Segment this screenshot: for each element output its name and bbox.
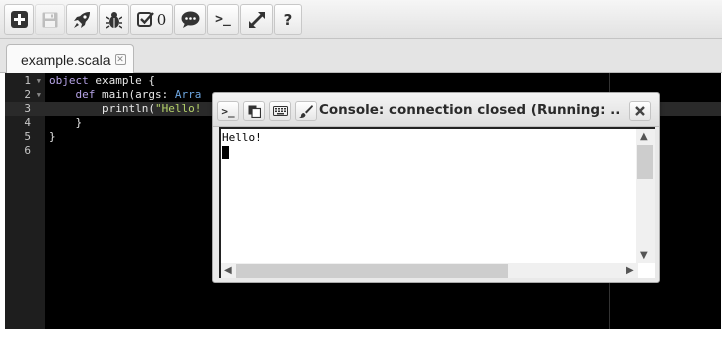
line-number: 2 ▼ [24,88,41,101]
tab-example-scala[interactable]: example.scala ✕ [6,44,134,74]
speech-bubble-icon [181,11,199,28]
code-line: } [49,116,82,130]
terminal-icon: >_ [221,104,235,118]
help-button[interactable]: ? [274,4,302,35]
terminal-icon: >_ [215,12,231,27]
code-token: "Hello! [154,102,202,115]
code-token: example { [88,74,155,87]
console-close-button[interactable] [629,101,651,121]
line-number: 4 [24,116,31,129]
line-number: 5 [24,130,31,143]
keyboard-icon [272,106,288,116]
tasks-count: 0 [156,10,167,29]
console-horizontal-scrollbar[interactable]: ◀ ▶ [221,263,638,278]
code-line: def main(args: Arra [49,88,202,102]
chat-button[interactable] [174,4,206,35]
code-line: } [49,130,56,144]
console-copy-button[interactable] [243,101,265,121]
toolbar: 0 >_ ? [0,0,722,39]
close-tab-icon[interactable]: ✕ [114,54,126,65]
console-button[interactable]: >_ [207,4,239,35]
scroll-left-arrow-icon[interactable]: ◀ [224,266,232,276]
scroll-right-arrow-icon[interactable]: ▶ [626,266,634,276]
code-token: def [75,88,96,101]
tab-strip: example.scala ✕ [0,39,722,74]
scroll-thumb[interactable] [637,145,653,179]
help-icon: ? [283,10,293,29]
tab-label: example.scala [21,51,111,68]
console-vertical-scrollbar[interactable]: ▲ ▼ [636,129,655,263]
code-token: println( [49,102,155,115]
code-line: object example { [49,74,155,88]
run-button[interactable] [66,4,98,35]
new-file-button[interactable] [4,4,34,35]
line-number: 6 [24,144,31,157]
save-button[interactable] [35,4,65,35]
console-window: >_ Console: connection closed (Running: … [212,92,660,283]
scroll-thumb[interactable] [236,264,508,278]
fold-arrow-icon: ▼ [36,77,41,85]
console-prompt-button[interactable]: >_ [217,101,239,121]
line-number-gutter: 1 ▼ 2 ▼ 3 4 5 6 [5,73,45,329]
scroll-up-arrow-icon[interactable]: ▲ [640,132,648,142]
console-title: Console: connection closed (Running: ... [319,102,619,118]
save-icon [42,12,58,27]
console-titlebar[interactable]: >_ Console: connection closed (Running: … [213,93,659,127]
console-output-area[interactable]: Hello! ▲ ▼ ◀ ▶ [219,127,655,278]
fold-arrow-icon: ▼ [36,91,41,99]
plus-square-icon [10,11,28,28]
tasks-button[interactable]: 0 [130,4,173,35]
scroll-down-arrow-icon[interactable]: ▼ [640,251,648,261]
code-token: object [49,74,89,87]
checkbox-icon [136,12,154,27]
code-token: } [49,116,83,129]
bug-icon [106,11,122,29]
code-token: Arra [174,88,202,101]
console-keyboard-button[interactable] [269,101,291,121]
code-token: } [49,130,56,143]
rocket-icon [74,11,90,28]
console-clear-button[interactable] [295,101,317,121]
brush-icon [299,105,313,118]
close-icon [635,106,645,116]
fullscreen-button[interactable] [240,4,273,35]
line-number: 1 ▼ [24,74,41,87]
code-line: println("Hello! [49,102,201,116]
code-token: main(args: [95,88,175,101]
console-cursor [222,146,229,159]
line-number: 3 [5,102,45,116]
copy-icon [248,105,261,118]
console-output: Hello! [222,131,262,144]
debug-button[interactable] [99,4,129,35]
expand-icon [248,11,265,28]
